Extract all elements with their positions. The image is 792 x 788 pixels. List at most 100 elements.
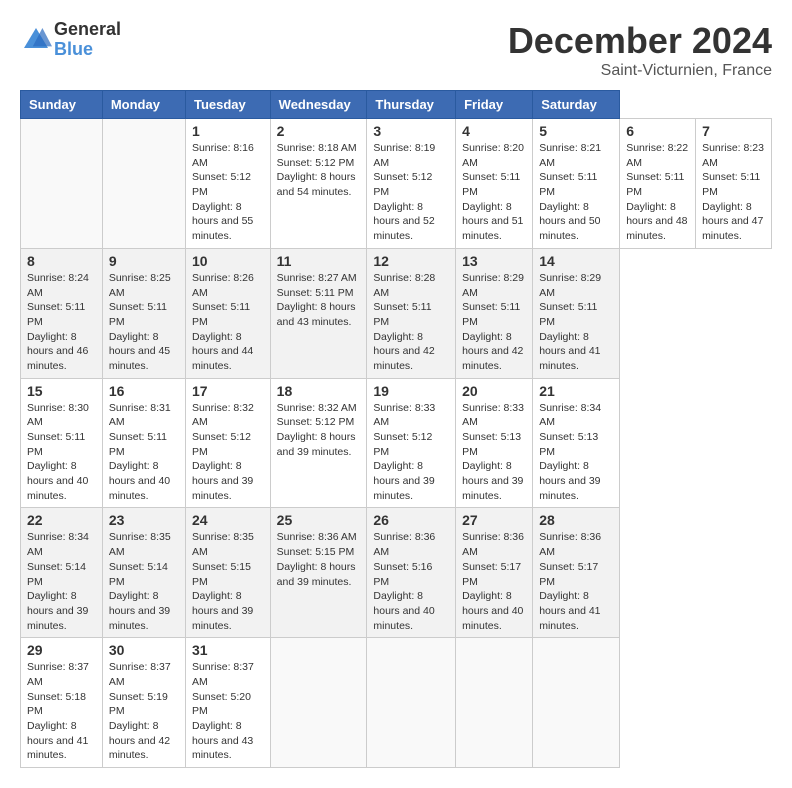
day-info: Sunrise: 8:36 AMSunset: 5:15 PMDaylight:… (277, 531, 357, 587)
calendar-cell: 15 Sunrise: 8:30 AMSunset: 5:11 PMDaylig… (21, 378, 103, 508)
day-info: Sunrise: 8:36 AMSunset: 5:16 PMDaylight:… (373, 531, 435, 631)
day-number: 9 (109, 253, 179, 269)
week-row-4: 22 Sunrise: 8:34 AMSunset: 5:14 PMDaylig… (21, 508, 772, 638)
day-header-saturday: Saturday (533, 91, 620, 119)
calendar-cell: 14 Sunrise: 8:29 AMSunset: 5:11 PMDaylig… (533, 248, 620, 378)
calendar-cell: 3 Sunrise: 8:19 AMSunset: 5:12 PMDayligh… (367, 119, 456, 249)
calendar-cell: 7 Sunrise: 8:23 AMSunset: 5:11 PMDayligh… (696, 119, 772, 249)
calendar-cell (456, 638, 533, 768)
day-number: 24 (192, 512, 264, 528)
calendar-cell: 18 Sunrise: 8:32 AMSunset: 5:12 PMDaylig… (270, 378, 367, 508)
calendar-cell: 21 Sunrise: 8:34 AMSunset: 5:13 PMDaylig… (533, 378, 620, 508)
calendar-cell: 5 Sunrise: 8:21 AMSunset: 5:11 PMDayligh… (533, 119, 620, 249)
day-number: 21 (539, 383, 613, 399)
calendar-cell: 26 Sunrise: 8:36 AMSunset: 5:16 PMDaylig… (367, 508, 456, 638)
day-number: 8 (27, 253, 96, 269)
day-info: Sunrise: 8:20 AMSunset: 5:11 PMDaylight:… (462, 142, 524, 242)
calendar-cell: 4 Sunrise: 8:20 AMSunset: 5:11 PMDayligh… (456, 119, 533, 249)
calendar-cell: 20 Sunrise: 8:33 AMSunset: 5:13 PMDaylig… (456, 378, 533, 508)
day-number: 31 (192, 642, 264, 658)
calendar-cell: 19 Sunrise: 8:33 AMSunset: 5:12 PMDaylig… (367, 378, 456, 508)
day-info: Sunrise: 8:18 AMSunset: 5:12 PMDaylight:… (277, 142, 357, 198)
day-header-tuesday: Tuesday (185, 91, 270, 119)
logo-icon (20, 24, 52, 56)
day-info: Sunrise: 8:31 AMSunset: 5:11 PMDaylight:… (109, 402, 171, 502)
day-header-friday: Friday (456, 91, 533, 119)
day-info: Sunrise: 8:24 AMSunset: 5:11 PMDaylight:… (27, 272, 89, 372)
day-info: Sunrise: 8:33 AMSunset: 5:13 PMDaylight:… (462, 402, 524, 502)
day-info: Sunrise: 8:21 AMSunset: 5:11 PMDaylight:… (539, 142, 601, 242)
day-header-thursday: Thursday (367, 91, 456, 119)
calendar-cell: 11 Sunrise: 8:27 AMSunset: 5:11 PMDaylig… (270, 248, 367, 378)
day-info: Sunrise: 8:37 AMSunset: 5:20 PMDaylight:… (192, 661, 254, 761)
day-header-monday: Monday (102, 91, 185, 119)
day-info: Sunrise: 8:16 AMSunset: 5:12 PMDaylight:… (192, 142, 254, 242)
day-header-sunday: Sunday (21, 91, 103, 119)
day-number: 5 (539, 123, 613, 139)
day-info: Sunrise: 8:36 AMSunset: 5:17 PMDaylight:… (462, 531, 524, 631)
day-number: 10 (192, 253, 264, 269)
calendar-cell: 12 Sunrise: 8:28 AMSunset: 5:11 PMDaylig… (367, 248, 456, 378)
calendar-cell: 8 Sunrise: 8:24 AMSunset: 5:11 PMDayligh… (21, 248, 103, 378)
day-info: Sunrise: 8:23 AMSunset: 5:11 PMDaylight:… (702, 142, 764, 242)
week-row-1: 1 Sunrise: 8:16 AMSunset: 5:12 PMDayligh… (21, 119, 772, 249)
logo-blue: Blue (54, 40, 121, 60)
day-number: 13 (462, 253, 526, 269)
day-number: 11 (277, 253, 361, 269)
day-number: 30 (109, 642, 179, 658)
day-number: 15 (27, 383, 96, 399)
day-info: Sunrise: 8:27 AMSunset: 5:11 PMDaylight:… (277, 272, 357, 328)
logo-text: General Blue (54, 20, 121, 60)
calendar-cell: 31 Sunrise: 8:37 AMSunset: 5:20 PMDaylig… (185, 638, 270, 768)
week-row-2: 8 Sunrise: 8:24 AMSunset: 5:11 PMDayligh… (21, 248, 772, 378)
day-number: 4 (462, 123, 526, 139)
calendar-table: SundayMondayTuesdayWednesdayThursdayFrid… (20, 90, 772, 768)
day-number: 28 (539, 512, 613, 528)
calendar-cell: 13 Sunrise: 8:29 AMSunset: 5:11 PMDaylig… (456, 248, 533, 378)
day-info: Sunrise: 8:34 AMSunset: 5:13 PMDaylight:… (539, 402, 601, 502)
title-block: December 2024 Saint-Victurnien, France (508, 20, 772, 80)
calendar-cell: 23 Sunrise: 8:35 AMSunset: 5:14 PMDaylig… (102, 508, 185, 638)
calendar-cell: 6 Sunrise: 8:22 AMSunset: 5:11 PMDayligh… (620, 119, 696, 249)
day-number: 18 (277, 383, 361, 399)
calendar-cell (21, 119, 103, 249)
day-number: 27 (462, 512, 526, 528)
location: Saint-Victurnien, France (508, 62, 772, 80)
calendar-cell: 29 Sunrise: 8:37 AMSunset: 5:18 PMDaylig… (21, 638, 103, 768)
day-info: Sunrise: 8:37 AMSunset: 5:18 PMDaylight:… (27, 661, 89, 761)
day-info: Sunrise: 8:28 AMSunset: 5:11 PMDaylight:… (373, 272, 435, 372)
calendar-cell (270, 638, 367, 768)
day-number: 22 (27, 512, 96, 528)
calendar-cell: 17 Sunrise: 8:32 AMSunset: 5:12 PMDaylig… (185, 378, 270, 508)
week-row-3: 15 Sunrise: 8:30 AMSunset: 5:11 PMDaylig… (21, 378, 772, 508)
logo-general: General (54, 20, 121, 40)
day-number: 23 (109, 512, 179, 528)
day-number: 14 (539, 253, 613, 269)
calendar-cell: 9 Sunrise: 8:25 AMSunset: 5:11 PMDayligh… (102, 248, 185, 378)
day-info: Sunrise: 8:26 AMSunset: 5:11 PMDaylight:… (192, 272, 254, 372)
day-number: 26 (373, 512, 449, 528)
calendar-cell: 30 Sunrise: 8:37 AMSunset: 5:19 PMDaylig… (102, 638, 185, 768)
calendar-cell: 25 Sunrise: 8:36 AMSunset: 5:15 PMDaylig… (270, 508, 367, 638)
day-number: 25 (277, 512, 361, 528)
calendar-cell: 24 Sunrise: 8:35 AMSunset: 5:15 PMDaylig… (185, 508, 270, 638)
day-number: 16 (109, 383, 179, 399)
day-info: Sunrise: 8:25 AMSunset: 5:11 PMDaylight:… (109, 272, 171, 372)
calendar-cell (533, 638, 620, 768)
page-header: General Blue December 2024 Saint-Victurn… (20, 20, 772, 80)
day-info: Sunrise: 8:29 AMSunset: 5:11 PMDaylight:… (539, 272, 601, 372)
day-info: Sunrise: 8:35 AMSunset: 5:15 PMDaylight:… (192, 531, 254, 631)
month-title: December 2024 (508, 20, 772, 62)
day-number: 20 (462, 383, 526, 399)
day-number: 6 (626, 123, 689, 139)
day-info: Sunrise: 8:35 AMSunset: 5:14 PMDaylight:… (109, 531, 171, 631)
day-number: 1 (192, 123, 264, 139)
calendar-cell: 10 Sunrise: 8:26 AMSunset: 5:11 PMDaylig… (185, 248, 270, 378)
week-row-5: 29 Sunrise: 8:37 AMSunset: 5:18 PMDaylig… (21, 638, 772, 768)
calendar-cell (102, 119, 185, 249)
logo: General Blue (20, 20, 121, 60)
day-info: Sunrise: 8:30 AMSunset: 5:11 PMDaylight:… (27, 402, 89, 502)
day-number: 3 (373, 123, 449, 139)
day-number: 7 (702, 123, 765, 139)
day-info: Sunrise: 8:32 AMSunset: 5:12 PMDaylight:… (277, 402, 357, 458)
